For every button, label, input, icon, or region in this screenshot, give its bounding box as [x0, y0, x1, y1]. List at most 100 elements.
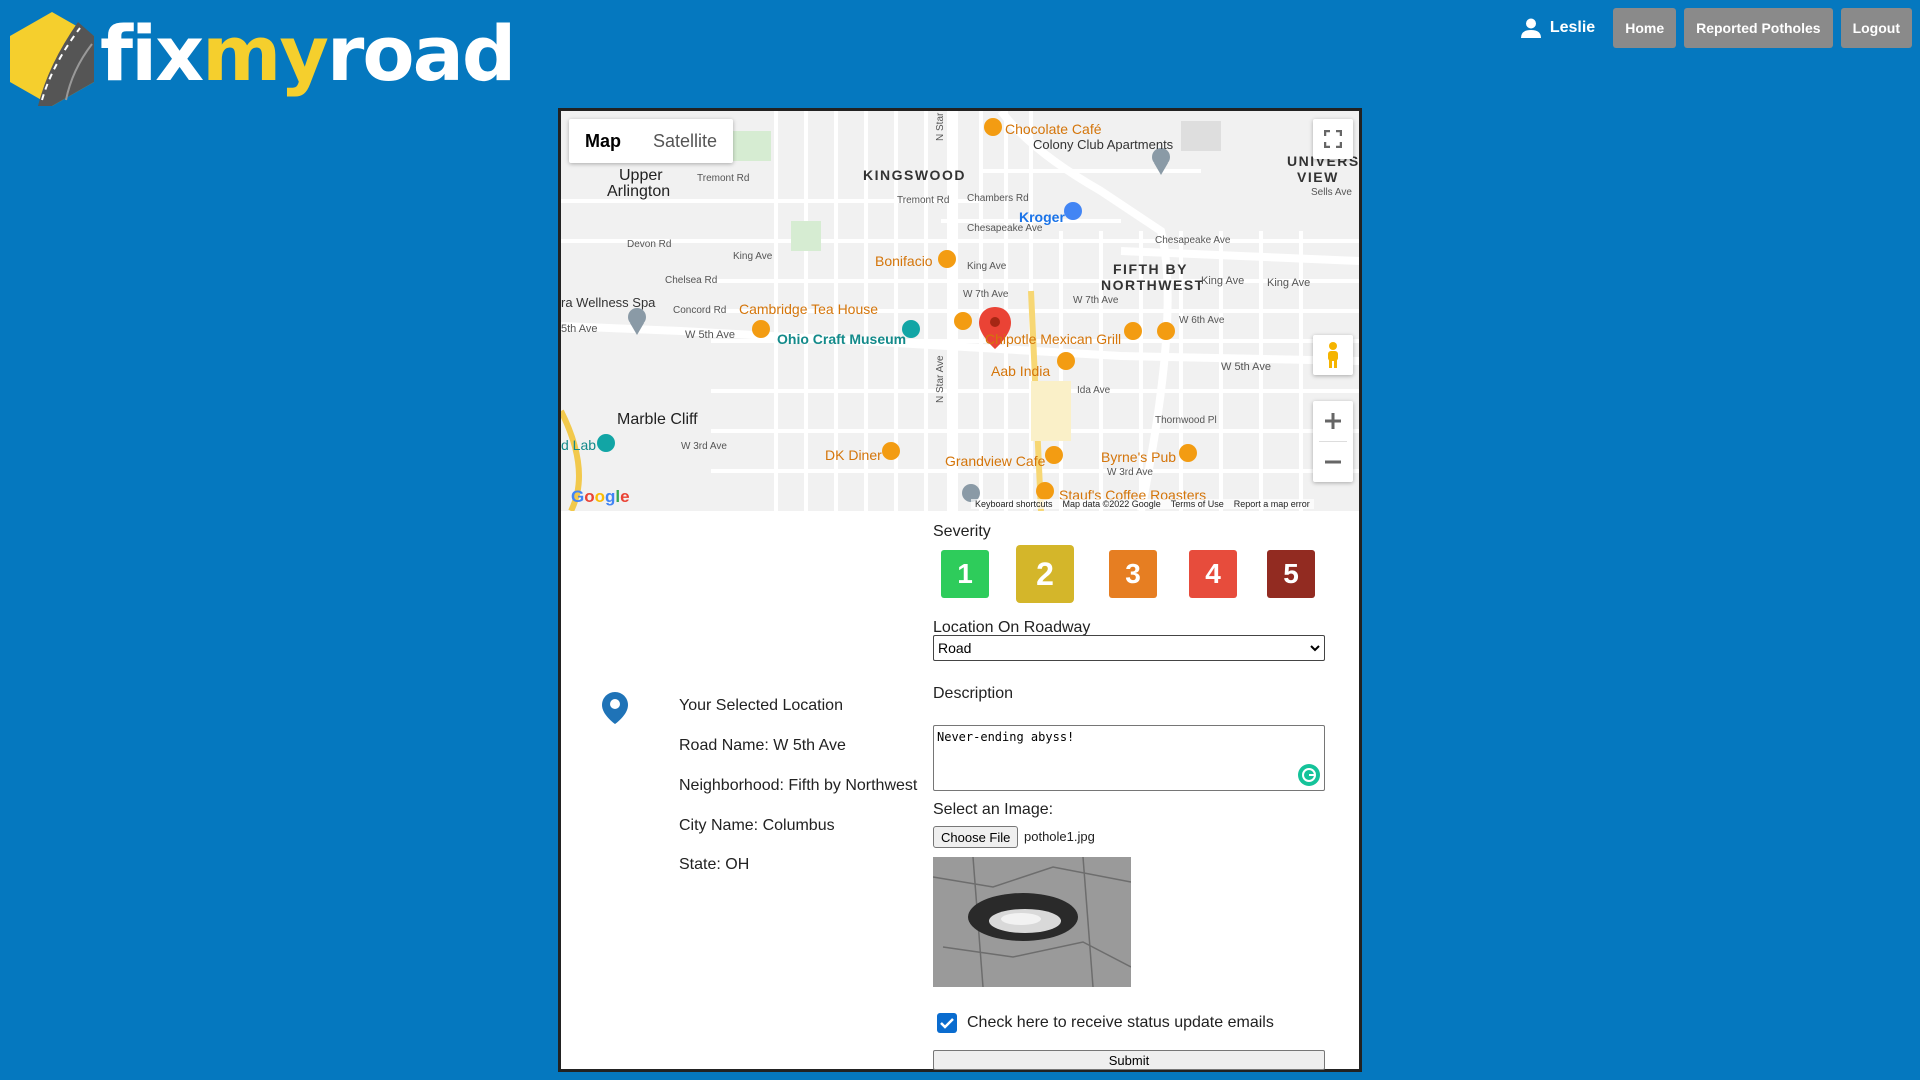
road-name: Road Name: W 5th Ave [679, 737, 846, 754]
map-label: N Star Rd [935, 111, 946, 141]
severity-1-button[interactable]: 1 [941, 550, 989, 598]
map-label: Chipotle Mexican Grill [985, 331, 1122, 347]
fullscreen-button[interactable] [1313, 119, 1353, 159]
pothole-image [933, 857, 1131, 987]
map-label: King Ave [1201, 275, 1245, 287]
map-label: Grandview Cafe [945, 453, 1046, 469]
map-label: Arlington [607, 183, 671, 200]
severity-5-button[interactable]: 5 [1267, 550, 1315, 598]
pothole-image-preview [933, 857, 1131, 987]
map-label: VIEW [1297, 169, 1339, 185]
map-label: KINGSWOOD [863, 167, 966, 183]
top-nav: Leslie Home Reported Potholes Logout [1520, 8, 1912, 48]
map-label: Devon Rd [627, 239, 672, 250]
map-label: NORTHWEST [1101, 277, 1205, 293]
map-label: Ohio Craft Museum [777, 331, 907, 347]
street-view-pegman[interactable] [1313, 335, 1353, 375]
map-data-attribution: Map data ©2022 Google [1062, 499, 1161, 509]
map-label: W 5th Ave [685, 329, 735, 341]
map-type-tabs: Map Satellite [569, 119, 734, 163]
map-label: 5th Ave [561, 323, 598, 335]
map-label: Chesapeake Ave [967, 223, 1043, 234]
submit-button[interactable]: Submit [933, 1050, 1325, 1070]
home-button[interactable]: Home [1613, 8, 1677, 48]
map-label: Thornwood Pl [1155, 415, 1217, 426]
terms-link[interactable]: Terms of Use [1171, 499, 1224, 509]
map-label: Tremont Rd [897, 195, 950, 206]
check-icon [940, 1018, 954, 1029]
select-value: Road [938, 640, 972, 656]
map-label: King Ave [967, 261, 1007, 272]
map-label: Marble Cliff [617, 411, 698, 428]
map-label: Chambers Rd [967, 193, 1029, 204]
map-label: Chelsea Rd [665, 275, 718, 286]
logo-wordmark: fixmyroad [100, 9, 516, 98]
status-emails-checkbox[interactable] [937, 1013, 957, 1033]
keyboard-shortcuts-link[interactable]: Keyboard shortcuts [975, 499, 1053, 509]
map-view[interactable]: Upper Arlington KINGSWOOD UNIVERSITY VIE… [561, 111, 1359, 511]
plus-icon [1325, 413, 1341, 429]
map-label: Bonifacio [875, 253, 933, 269]
map-label: FIFTH BY [1113, 261, 1188, 277]
description-value: Never-ending abyss! [937, 730, 1075, 744]
location-pin-icon [602, 692, 628, 724]
state-name: State: OH [679, 856, 750, 873]
map-label: W 3rd Ave [1107, 467, 1153, 478]
user-badge[interactable]: Leslie [1520, 17, 1595, 39]
severity-3-button[interactable]: 3 [1109, 550, 1157, 598]
image-label: Select an Image: [933, 801, 1054, 818]
map-label: W 7th Ave [963, 289, 1009, 300]
map-label: Concord Rd [673, 305, 727, 316]
map-label: Chesapeake Ave [1155, 235, 1231, 246]
description-label: Description [933, 685, 1014, 702]
map-tab-satellite[interactable]: Satellite [637, 119, 733, 163]
file-name: pothole1.jpg [1024, 829, 1095, 844]
chevron-down-icon [1310, 645, 1320, 652]
user-name: Leslie [1549, 19, 1596, 36]
reported-potholes-button[interactable]: Reported Potholes [1684, 8, 1833, 48]
status-emails-label: Check here to receive status update emai… [967, 1014, 1274, 1031]
map-label: Tremont Rd [697, 173, 750, 184]
map-label: DK Diner [825, 447, 882, 463]
google-logo: Google [571, 487, 630, 506]
description-textarea[interactable]: Never-ending abyss! [933, 725, 1325, 791]
site-logo[interactable]: fixmyroad [8, 9, 516, 106]
map-label: Aab India [991, 363, 1051, 379]
zoom-in-button[interactable] [1313, 401, 1353, 441]
zoom-out-button[interactable] [1313, 442, 1353, 482]
report-card: Upper Arlington KINGSWOOD UNIVERSITY VIE… [558, 108, 1362, 1072]
severity-4-button[interactable]: 4 [1189, 550, 1237, 598]
map-label: Ida Ave [1077, 385, 1111, 396]
map-label: W 7th Ave [1073, 295, 1119, 306]
minus-icon [1325, 460, 1341, 464]
fullscreen-icon [1324, 130, 1342, 148]
logout-button[interactable]: Logout [1840, 8, 1912, 48]
zoom-controls [1313, 401, 1353, 482]
map-label: Chocolate Café [1005, 121, 1102, 137]
map-label: Byrne's Pub [1101, 449, 1177, 465]
severity-2-button[interactable]: 2 [1016, 545, 1074, 603]
map-label: King Ave [1267, 277, 1311, 289]
city-name: City Name: Columbus [679, 817, 835, 834]
map-tab-map[interactable]: Map [569, 119, 637, 163]
road-logo-icon [10, 12, 94, 106]
pegman-icon [1328, 342, 1338, 368]
grammarly-icon[interactable] [1298, 764, 1320, 786]
location-title: Your Selected Location [679, 697, 843, 714]
map-label: d Lab [561, 437, 597, 453]
map-label: ra Wellness Spa [561, 295, 656, 310]
severity-label: Severity [933, 523, 991, 540]
map-label: Cambridge Tea House [739, 301, 879, 317]
map-label: W 6th Ave [1179, 315, 1225, 326]
report-error-link[interactable]: Report a map error [1234, 499, 1310, 509]
location-on-roadway-select[interactable]: Road [933, 635, 1325, 661]
neighborhood: Neighborhood: Fifth by Northwest [679, 777, 918, 794]
user-icon [1520, 18, 1541, 38]
map-label: N Star Ave [935, 355, 946, 403]
map-label: Colony Club Apartments [1033, 137, 1174, 152]
map-label: W 5th Ave [1221, 361, 1271, 373]
map-label: W 3rd Ave [681, 441, 727, 452]
choose-file-button[interactable]: Choose File [933, 826, 1019, 848]
map-label: King Ave [733, 251, 773, 262]
map-footer: Keyboard shortcuts Map data ©2022 Google… [971, 499, 1314, 509]
